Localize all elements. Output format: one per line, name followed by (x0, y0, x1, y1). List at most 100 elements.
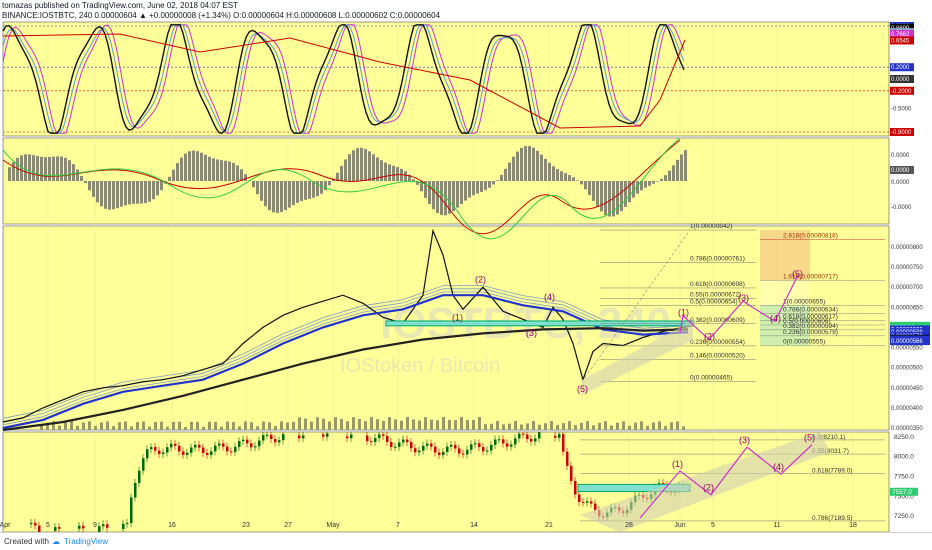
macd-bar (12, 161, 15, 181)
volume-bar (190, 421, 193, 430)
macd-bar (580, 181, 583, 185)
candle-body (222, 443, 225, 447)
macd-bar (432, 181, 435, 210)
macd-bar (624, 181, 627, 207)
macd-tick-label: 0.0000 (891, 180, 910, 186)
candle-body (462, 453, 465, 455)
candle-body (454, 444, 457, 449)
x-tick-label: 16 (168, 522, 176, 529)
macd-bar (584, 181, 587, 190)
volume-bar (604, 421, 607, 430)
macd-bar (124, 181, 127, 206)
macd-bar (28, 154, 31, 181)
volume-bar (466, 419, 469, 430)
candle-body (202, 447, 205, 453)
candle-body (298, 435, 301, 439)
candle-body (562, 434, 565, 452)
macd-bar (604, 181, 607, 215)
fib-ext-label: 0(0.00000555) (783, 339, 825, 346)
volume-bar (172, 421, 175, 430)
stoch-tick-label: -0.9000 (891, 130, 912, 136)
volume-bar (214, 421, 217, 430)
candle-body (206, 452, 209, 455)
fib-ext-label: 2.618(0.00000818) (783, 233, 838, 240)
macd-bar (148, 181, 151, 202)
price-tick-label: 0.00000700 (891, 285, 923, 291)
macd-bar (52, 156, 55, 181)
macd-bar (64, 157, 67, 181)
macd-bar (564, 173, 567, 181)
volume-bar (430, 419, 433, 430)
volume-bar (580, 422, 583, 430)
chart-root: 0.90000.86990.79850.76620.65450.20000.00… (0, 0, 932, 550)
btc-tick-label: 7750.0 (894, 473, 914, 480)
candle-body (226, 446, 229, 452)
volume-bar (376, 419, 379, 430)
macd-bar (516, 151, 519, 181)
btc-tick-label: 8250.0 (894, 434, 914, 441)
candle-body (130, 497, 133, 523)
macd-bar (276, 181, 279, 213)
volume-bar (370, 417, 373, 430)
macd-bar (92, 181, 95, 197)
volume-bar (640, 421, 643, 430)
macd-bar (168, 176, 171, 181)
macd-bar (128, 181, 131, 205)
x-tick-label: 23 (242, 522, 250, 529)
macd-bar (316, 181, 319, 197)
macd-bar (484, 181, 487, 191)
volume-bar (322, 418, 325, 430)
price-tick-label: 0.00000800 (891, 245, 923, 251)
wave-label: (2) (475, 274, 486, 284)
volume-bar (418, 420, 421, 430)
footer-brand[interactable]: TradingView (64, 537, 108, 546)
btc-tick-label: 7250.0 (894, 513, 914, 520)
candle-body (554, 435, 557, 438)
tradingview-logo-icon[interactable]: ☁ (52, 537, 60, 546)
volume-bar (220, 426, 223, 430)
stoch-tick-label: 0.0000 (891, 77, 910, 83)
candle-body (182, 451, 185, 455)
candle-body (194, 444, 197, 448)
candle-body (378, 434, 381, 439)
volume-bar (676, 421, 679, 430)
volume-bar (316, 417, 319, 430)
candle-body (242, 439, 245, 442)
candle-body (122, 523, 125, 530)
macd-bar (260, 181, 263, 201)
candle-body (186, 452, 189, 455)
chart-canvas[interactable]: 0.90000.86990.79850.76620.65450.20000.00… (0, 0, 932, 550)
candle-body (394, 446, 397, 448)
wave-label: (5) (577, 384, 588, 394)
macd-bar (252, 181, 255, 188)
wave-label: (1) (678, 308, 689, 318)
macd-bar (560, 171, 563, 181)
candle-body (390, 441, 393, 448)
macd-bar (472, 181, 475, 196)
volume-bar (58, 425, 61, 430)
volume-bar (412, 419, 415, 430)
macd-bar (344, 159, 347, 181)
candle-body (174, 443, 177, 446)
x-tick-label: 5 (46, 522, 50, 529)
fib-level-label: 1(0.00000842) (690, 223, 732, 230)
macd-bar (268, 181, 271, 211)
macd-bar (396, 167, 399, 181)
volume-bar (196, 421, 199, 430)
macd-bar (456, 181, 459, 208)
price-tick-label: 0.00000650 (891, 305, 923, 311)
btc-wave-label: (1) (672, 459, 683, 469)
macd-bar (244, 174, 247, 181)
macd-bar (160, 181, 163, 191)
candle-body (510, 444, 513, 447)
volume-bar (106, 421, 109, 430)
candle-body (522, 433, 525, 435)
macd-bar (392, 165, 395, 181)
macd-bar (200, 152, 203, 181)
macd-bar (8, 167, 11, 181)
macd-bar (240, 169, 243, 181)
volume-bar (88, 421, 91, 430)
candle-body (558, 434, 561, 438)
candle-body (494, 439, 497, 445)
volume-bar (202, 426, 205, 430)
